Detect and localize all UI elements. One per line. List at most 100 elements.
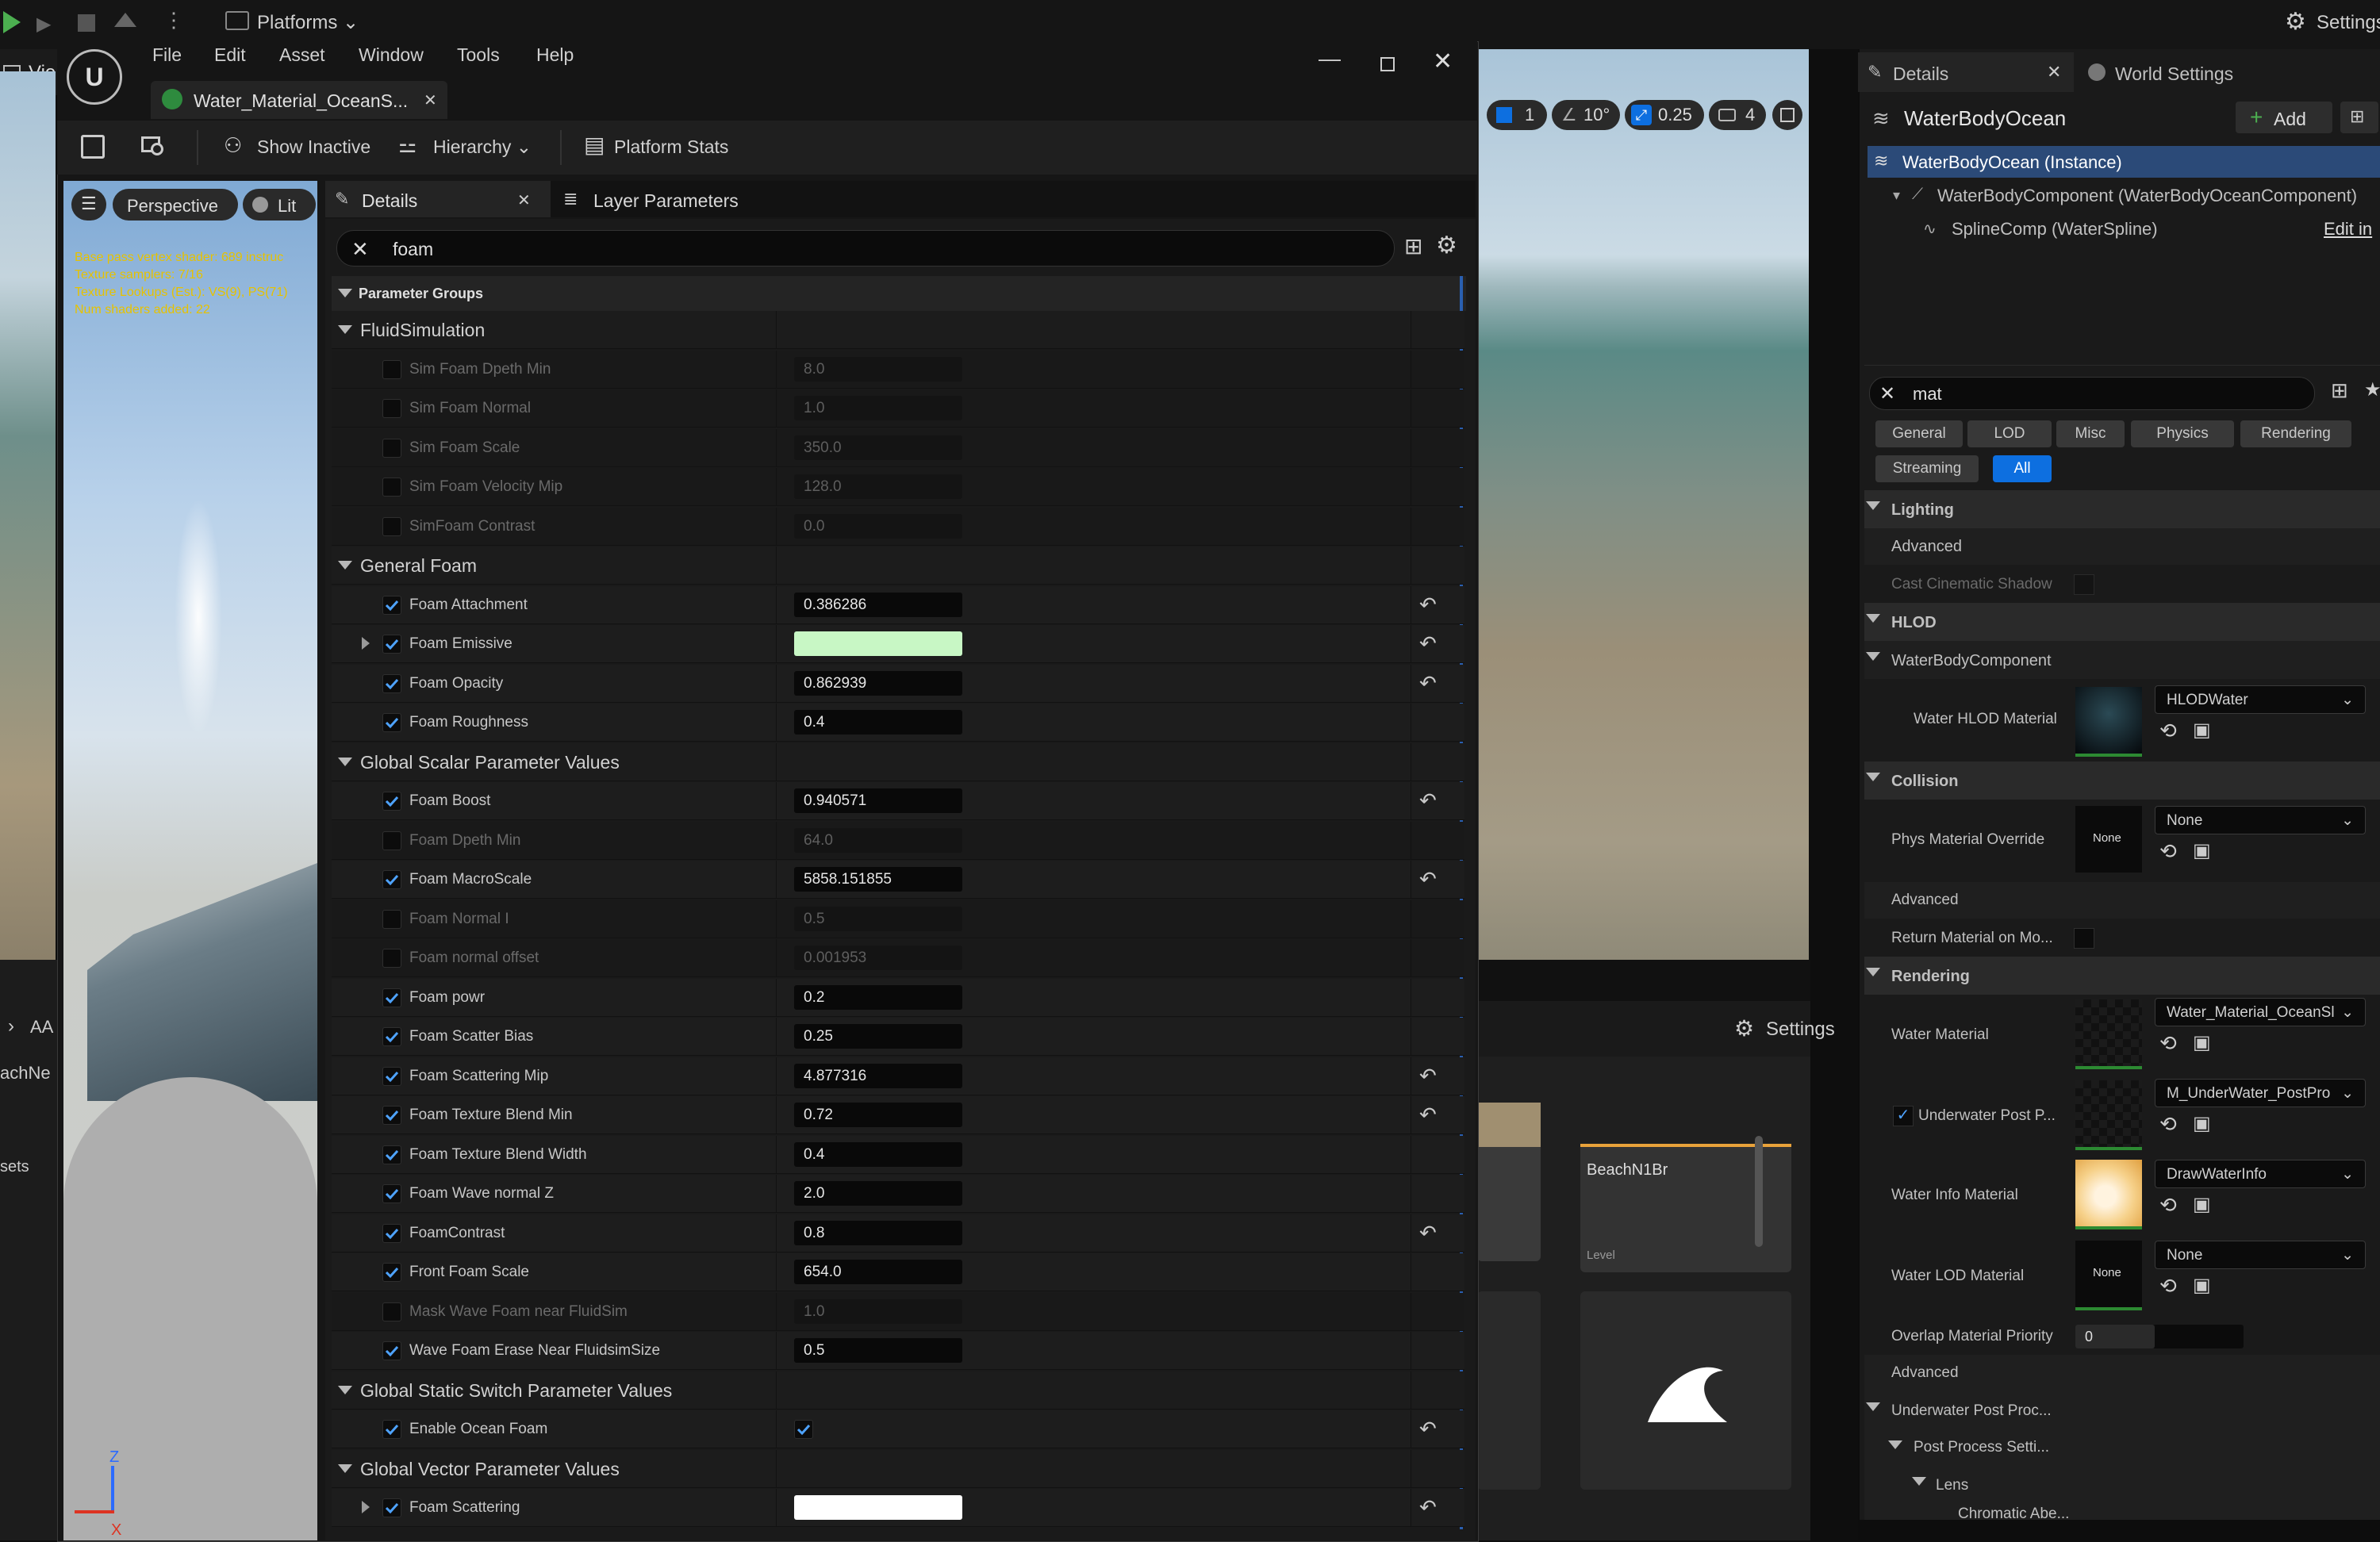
show-inactive-button[interactable]: Show Inactive (257, 136, 370, 158)
tree-item-spline[interactable]: ∿ SplineComp (WaterSpline) Edit in (1868, 213, 2380, 244)
content-scrollbar[interactable] (1755, 1136, 1763, 1247)
clear-search-icon[interactable]: ✕ (351, 237, 369, 262)
perspective-button[interactable]: Perspective (113, 189, 238, 221)
override-checkbox[interactable] (382, 1067, 401, 1086)
cast-cinematic-shadow-checkbox[interactable] (2074, 574, 2094, 595)
override-checkbox[interactable] (382, 949, 401, 968)
doc-tab[interactable]: Water_Material_OceanS... ✕ (151, 81, 447, 119)
value-input[interactable]: 0.5 (794, 1338, 962, 1363)
subcategory-advanced-2[interactable]: Advanced (1864, 882, 2380, 919)
filter-all[interactable]: All (1993, 455, 2052, 482)
override-checkbox[interactable] (382, 1498, 401, 1517)
close-window-icon[interactable]: ✕ (1433, 48, 1453, 75)
step-icon[interactable]: ▶ (36, 13, 60, 35)
more-vert-icon[interactable]: ⋮ (163, 8, 184, 33)
value-input[interactable]: 0.386286 (794, 593, 962, 617)
save-icon[interactable] (81, 135, 105, 159)
play-icon[interactable] (3, 11, 21, 33)
asset-card-partial[interactable] (1477, 1103, 1541, 1261)
subcategory-post-process-settings[interactable]: Post Process Setti... (1864, 1429, 2380, 1467)
override-checkbox[interactable] (382, 1341, 401, 1360)
parameter-group-header[interactable]: Global Vector Parameter Values (332, 1450, 1464, 1488)
parameter-groups-header[interactable]: Parameter Groups (332, 276, 1466, 311)
details-search-input[interactable]: ✕ foam (336, 230, 1395, 267)
expand-arrow-icon[interactable] (362, 637, 370, 650)
water-lod-thumbnail[interactable]: None (2075, 1241, 2142, 1310)
value-input[interactable]: 0.001953 (794, 946, 962, 970)
value-input[interactable]: 4.877316 (794, 1064, 962, 1088)
table-view-icon[interactable]: ⊞ (1404, 233, 1422, 259)
use-selected-icon[interactable]: ▣ (2193, 1031, 2211, 1054)
water-info-thumbnail[interactable] (2075, 1160, 2142, 1229)
value-input[interactable]: 0.862939 (794, 671, 962, 696)
browse-to-asset-icon[interactable]: ⟲ (2159, 1031, 2177, 1056)
value-input[interactable]: 128.0 (794, 474, 962, 499)
reset-to-default-icon[interactable]: ↶ (1419, 1221, 1437, 1245)
value-input[interactable]: 5858.151855 (794, 867, 962, 892)
hierarchy-button[interactable]: Hierarchy ⌄ (433, 136, 532, 158)
use-selected-icon[interactable]: ▣ (2193, 1112, 2211, 1135)
filter-physics[interactable]: Physics (2131, 420, 2234, 447)
subcategory-waterbodycomponent[interactable]: WaterBodyComponent (1864, 641, 2380, 680)
close-tab-icon[interactable]: ✕ (424, 90, 437, 110)
override-checkbox[interactable] (382, 360, 401, 379)
filter-lod[interactable]: LOD (1967, 420, 2052, 447)
underwater-post-checkbox[interactable]: ✓ (1893, 1106, 1914, 1126)
phys-material-thumbnail[interactable]: None (2075, 806, 2142, 873)
phys-material-dropdown[interactable]: None ⌄ (2155, 806, 2366, 834)
menu-help[interactable]: Help (536, 44, 574, 66)
tab-world-settings[interactable]: World Settings (2079, 52, 2317, 92)
filter-general[interactable]: General (1875, 420, 1963, 447)
value-input[interactable]: 0.940571 (794, 788, 962, 813)
level-viewport-left[interactable] (0, 71, 56, 960)
water-material-thumbnail[interactable] (2075, 999, 2142, 1069)
collapse-arrow-icon[interactable]: ▾ (1893, 187, 1900, 204)
layout-button[interactable] (1772, 100, 1802, 130)
star-icon[interactable]: ★ (2364, 378, 2380, 401)
parameter-group-header[interactable]: FluidSimulation (332, 311, 1464, 349)
override-checkbox[interactable] (382, 635, 401, 654)
grid-snap-toggle[interactable]: 1 (1487, 100, 1547, 130)
category-lighting[interactable]: Lighting (1864, 490, 2380, 529)
value-input[interactable]: 0.4 (794, 1142, 962, 1167)
value-input[interactable]: 2.0 (794, 1181, 962, 1206)
value-input[interactable]: 0.8 (794, 1221, 962, 1245)
override-checkbox[interactable] (382, 988, 401, 1007)
subcategory-chromatic[interactable]: Chromatic Abe... (1864, 1504, 2380, 1521)
value-input[interactable]: 1.0 (794, 396, 962, 420)
override-checkbox[interactable] (382, 713, 401, 732)
water-info-dropdown[interactable]: DrawWaterInfo ⌄ (2155, 1160, 2366, 1188)
hlod-material-thumbnail[interactable] (2075, 687, 2142, 757)
tab-details[interactable]: ✎ Details ✕ (325, 181, 551, 217)
value-input[interactable]: 654.0 (794, 1260, 962, 1284)
value-input[interactable]: 0.0 (794, 514, 962, 539)
settings-button[interactable]: Settings (2317, 12, 2380, 34)
close-icon[interactable]: ✕ (2047, 62, 2061, 82)
platform-stats-button[interactable]: Platform Stats (614, 136, 728, 158)
reset-to-default-icon[interactable]: ↶ (1419, 1495, 1437, 1520)
table-view-icon[interactable]: ⊞ (2331, 378, 2348, 403)
value-input[interactable]: 350.0 (794, 435, 962, 460)
overlap-priority-input[interactable]: 0 (2075, 1325, 2244, 1348)
browse-to-asset-icon[interactable]: ⟲ (2159, 719, 2177, 743)
category-rendering[interactable]: Rendering (1864, 957, 2380, 995)
value-input[interactable]: 1.0 (794, 1299, 962, 1324)
menu-window[interactable]: Window (359, 44, 424, 66)
water-lod-dropdown[interactable]: None ⌄ (2155, 1241, 2366, 1269)
override-checkbox[interactable] (382, 1302, 401, 1321)
override-checkbox[interactable] (382, 1027, 401, 1046)
value-input[interactable]: 0.2 (794, 985, 962, 1010)
value-input[interactable]: 0.5 (794, 907, 962, 931)
browse-to-asset-icon[interactable]: ⟲ (2159, 1112, 2177, 1137)
maximize-icon[interactable] (1380, 57, 1395, 71)
use-selected-icon[interactable]: ▣ (2193, 1274, 2211, 1297)
override-checkbox[interactable] (382, 1184, 401, 1203)
value-input[interactable]: 0.25 (794, 1024, 962, 1049)
blueprint-button[interactable]: ⊞ (2340, 102, 2378, 133)
return-material-checkbox[interactable] (2074, 928, 2094, 949)
reset-to-default-icon[interactable]: ↶ (1419, 671, 1437, 696)
menu-file[interactable]: File (152, 44, 182, 66)
parameter-group-header[interactable]: Global Scalar Parameter Values (332, 743, 1464, 781)
close-icon[interactable]: ✕ (517, 190, 531, 210)
minimize-icon[interactable]: — (1319, 46, 1341, 71)
